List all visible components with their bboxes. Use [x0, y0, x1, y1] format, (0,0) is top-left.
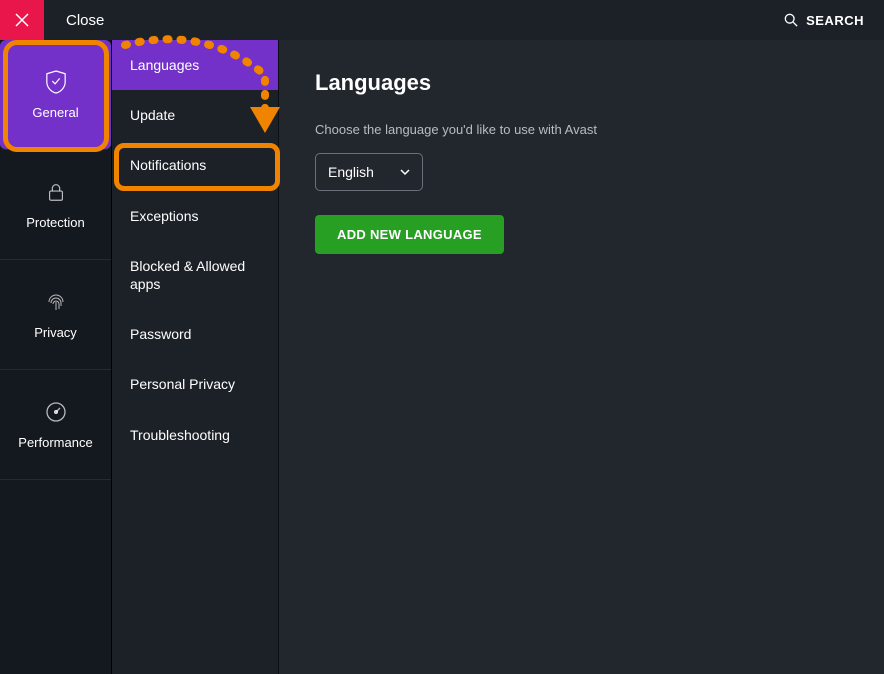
nav-label-general: General	[32, 105, 78, 120]
close-button[interactable]	[0, 0, 44, 40]
sub-nav: Languages Update Notifications Exception…	[112, 40, 279, 674]
main-content: Languages Choose the language you'd like…	[279, 40, 884, 674]
close-icon	[15, 13, 29, 27]
page-description: Choose the language you'd like to use wi…	[315, 122, 848, 137]
sub-item-update[interactable]: Update	[112, 90, 278, 140]
sub-item-exceptions[interactable]: Exceptions	[112, 191, 278, 241]
close-label: Close	[66, 12, 104, 29]
nav-item-protection[interactable]: Protection	[0, 150, 111, 260]
sub-item-personal-privacy[interactable]: Personal Privacy	[112, 359, 278, 409]
language-select[interactable]: English	[315, 153, 423, 191]
fingerprint-icon	[43, 289, 69, 315]
left-nav: General Protection Privacy Per	[0, 40, 112, 674]
search-button[interactable]: SEARCH	[784, 13, 864, 28]
shield-icon	[43, 69, 69, 95]
gauge-icon	[43, 399, 69, 425]
sub-item-notifications[interactable]: Notifications	[112, 140, 278, 190]
search-icon	[784, 13, 798, 27]
sub-item-troubleshooting[interactable]: Troubleshooting	[112, 410, 278, 460]
add-language-button[interactable]: ADD NEW LANGUAGE	[315, 215, 504, 254]
sub-item-blocked-allowed[interactable]: Blocked & Allowed apps	[112, 241, 278, 309]
sub-item-password[interactable]: Password	[112, 309, 278, 359]
nav-label-privacy: Privacy	[34, 325, 77, 340]
lock-icon	[43, 179, 69, 205]
language-select-value: English	[328, 164, 374, 180]
page-title: Languages	[315, 70, 848, 96]
nav-item-general[interactable]: General	[0, 40, 111, 150]
nav-label-protection: Protection	[26, 215, 85, 230]
nav-label-performance: Performance	[18, 435, 92, 450]
search-label: SEARCH	[806, 13, 864, 28]
nav-item-performance[interactable]: Performance	[0, 370, 111, 480]
chevron-down-icon	[400, 167, 410, 177]
nav-item-privacy[interactable]: Privacy	[0, 260, 111, 370]
sub-item-languages[interactable]: Languages	[112, 40, 278, 90]
